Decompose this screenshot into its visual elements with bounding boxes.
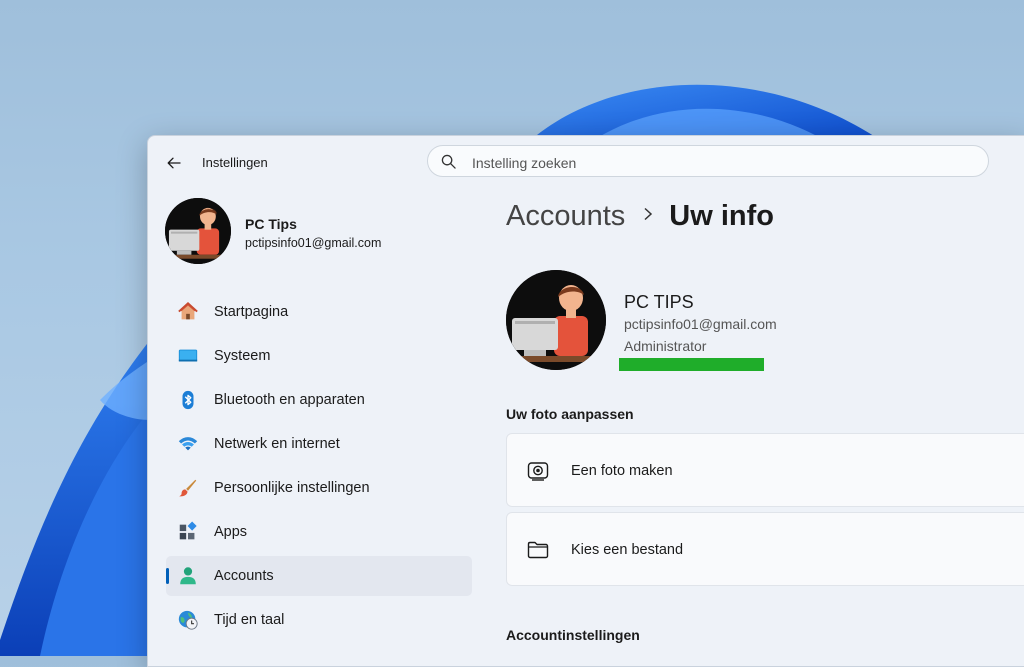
sidebar-item-systeem[interactable]: Systeem xyxy=(166,336,472,376)
person-icon xyxy=(176,564,200,588)
take-photo-button[interactable]: Een foto maken xyxy=(506,433,1024,507)
sidebar-item-label: Persoonlijke instellingen xyxy=(214,480,370,496)
app-title: Instellingen xyxy=(202,155,268,170)
sidebar-item-label: Systeem xyxy=(214,348,271,364)
sidebar-item-label: Accounts xyxy=(214,568,274,584)
camera-icon xyxy=(527,462,549,481)
breadcrumb-parent[interactable]: Accounts xyxy=(506,200,625,233)
search-input[interactable] xyxy=(470,152,974,174)
sidebar-item-startpagina[interactable]: Startpagina xyxy=(166,292,472,332)
avatar xyxy=(165,198,231,264)
sidebar-item-label: Apps xyxy=(214,524,248,540)
sidebar-item-apps[interactable]: Apps xyxy=(166,512,472,552)
sidebar-nav: Startpagina Systeem Bluetooth en apparat… xyxy=(166,292,472,644)
monitor-icon xyxy=(176,344,200,368)
sidebar-item-tijd-en-taal[interactable]: Tijd en taal xyxy=(166,600,472,640)
user-info: PC TIPS pctipsinfo01@gmail.com Administr… xyxy=(506,270,777,371)
back-arrow-icon xyxy=(167,157,181,169)
photo-section-title: Uw foto aanpassen xyxy=(506,406,634,422)
chevron-right-icon xyxy=(643,207,653,226)
user-role: Administrator xyxy=(624,338,707,354)
home-icon xyxy=(176,300,200,324)
search-box[interactable] xyxy=(427,145,989,177)
take-photo-label: Een foto maken xyxy=(571,463,673,479)
user-avatar xyxy=(506,270,606,370)
apps-icon xyxy=(176,520,200,544)
folder-icon xyxy=(527,541,549,559)
breadcrumb: Accounts Uw info xyxy=(506,200,774,233)
user-email: pctipsinfo01@gmail.com xyxy=(624,316,777,332)
profile-name: PC Tips xyxy=(245,216,297,232)
sidebar-profile[interactable]: PC Tips pctipsinfo01@gmail.com xyxy=(165,198,381,264)
sidebar-item-accounts[interactable]: Accounts xyxy=(166,556,472,596)
choose-file-label: Kies een bestand xyxy=(571,542,684,558)
sidebar-item-label: Netwerk en internet xyxy=(214,436,340,452)
sidebar-item-netwerk[interactable]: Netwerk en internet xyxy=(166,424,472,464)
page-title: Uw info xyxy=(669,200,774,232)
account-settings-title: Accountinstellingen xyxy=(506,627,640,643)
sidebar-item-label: Bluetooth en apparaten xyxy=(214,392,365,408)
sidebar-item-label: Startpagina xyxy=(214,304,289,320)
search-icon xyxy=(441,154,456,169)
sidebar-item-bluetooth[interactable]: Bluetooth en apparaten xyxy=(166,380,472,420)
brush-icon xyxy=(176,476,200,500)
choose-file-button[interactable]: Kies een bestand xyxy=(506,512,1024,586)
redaction-bar xyxy=(619,358,764,371)
wifi-icon xyxy=(176,432,200,456)
back-button[interactable] xyxy=(162,151,186,175)
sidebar-item-persoonlijke-instellingen[interactable]: Persoonlijke instellingen xyxy=(166,468,472,508)
globe-clock-icon xyxy=(176,608,200,632)
settings-window: Instellingen PC Tips xyxy=(147,135,1024,667)
title-bar: Instellingen xyxy=(148,136,1024,190)
user-name: PC TIPS xyxy=(624,292,694,312)
sidebar-item-label: Tijd en taal xyxy=(214,612,285,628)
bluetooth-icon xyxy=(176,388,200,412)
profile-email: pctipsinfo01@gmail.com xyxy=(245,236,382,250)
